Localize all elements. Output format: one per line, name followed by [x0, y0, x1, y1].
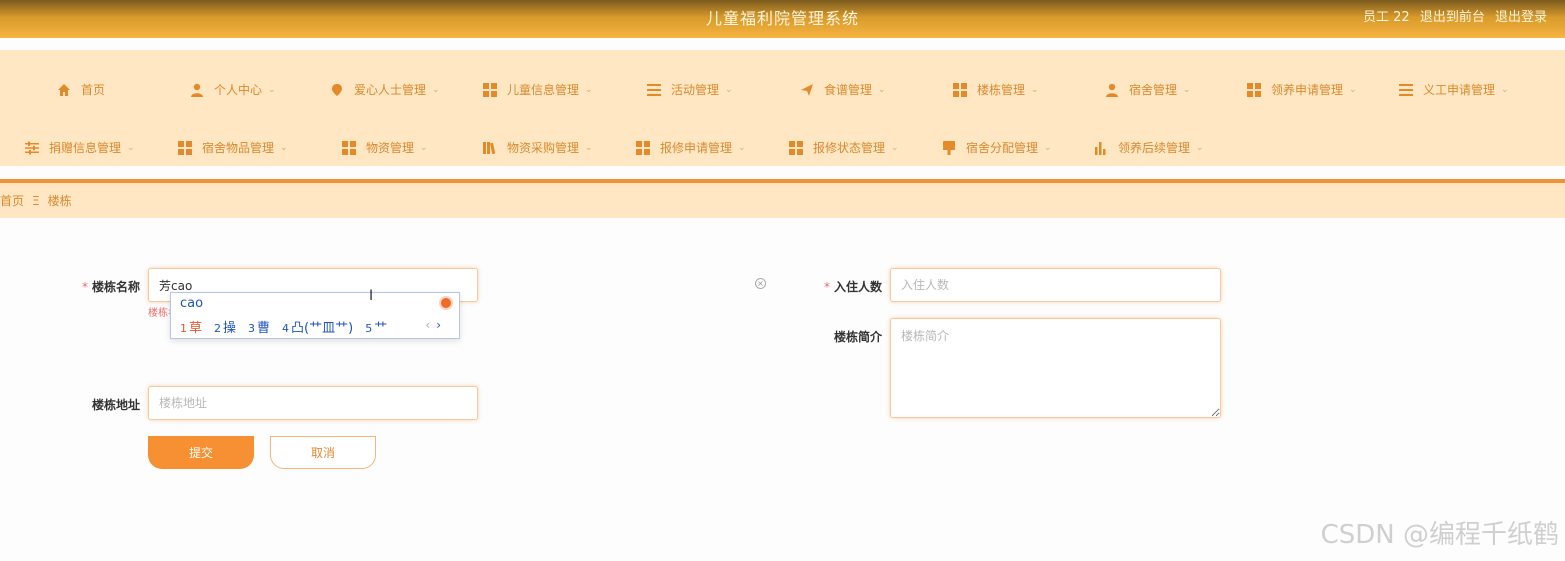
exit-to-front-link[interactable]: 退出到前台 — [1420, 10, 1485, 25]
cancel-button[interactable]: 取消 — [270, 436, 376, 469]
ime-logo-icon[interactable] — [439, 296, 453, 310]
ime-candidate[interactable]: 5艹 — [365, 317, 387, 336]
grid-icon — [483, 82, 497, 97]
grid-icon — [953, 82, 967, 97]
nav-item-volunteer-application[interactable]: 义工申请管理 ⌄ — [1399, 81, 1509, 98]
top-bar: 儿童福利院管理系统 员工 22 退出到前台 退出登录 — [0, 0, 1565, 38]
residents-input[interactable] — [890, 268, 1221, 302]
building-address-input[interactable] — [148, 386, 478, 420]
grid-icon — [342, 140, 356, 155]
chevron-down-icon: ⌄ — [1349, 84, 1357, 95]
logout-link[interactable]: 退出登录 — [1495, 10, 1547, 25]
app-title: 儿童福利院管理系统 — [705, 9, 859, 28]
chevron-down-icon: ⌄ — [420, 142, 428, 153]
grid-icon — [636, 140, 650, 155]
user-name: 员工 22 — [1363, 10, 1410, 25]
ime-page-nav[interactable]: ‹ › — [425, 318, 441, 332]
nav-item-recipe[interactable]: 食谱管理 ⌄ — [800, 81, 886, 98]
breadcrumb-separator-icon: Ξ — [32, 193, 40, 208]
chevron-down-icon: ⌄ — [1196, 142, 1204, 153]
nav-item-activity[interactable]: 活动管理 ⌄ — [647, 81, 733, 98]
chevron-down-icon: ⌄ — [1183, 84, 1191, 95]
nav-item-repair-application[interactable]: 报修申请管理 ⌄ — [636, 139, 746, 156]
chevron-down-icon: ⌄ — [585, 84, 593, 95]
list-icon — [647, 82, 661, 97]
ime-candidate[interactable]: 1草 — [180, 317, 202, 336]
chevron-down-icon: ⌄ — [1031, 84, 1039, 95]
building-intro-label: 楼栋简介 — [833, 330, 882, 344]
chevron-down-icon: ⌄ — [725, 84, 733, 95]
sliders-icon — [25, 141, 39, 155]
nav-item-repair-status[interactable]: 报修状态管理 ⌄ — [789, 139, 899, 156]
chevron-down-icon: ⌄ — [891, 142, 899, 153]
nav-item-home[interactable]: 首页 — [57, 81, 105, 98]
submit-button[interactable]: 提交 — [148, 436, 254, 469]
nav-item-personal-center[interactable]: 个人中心 ⌄ — [190, 81, 276, 98]
ime-candidates: 1草 2操 3曹 4 凸(艹皿艹) 5艹 — [180, 317, 399, 336]
grid-icon — [1247, 82, 1261, 97]
top-right-links: 员工 22 退出到前台 退出登录 — [1357, 6, 1547, 25]
grid-icon — [178, 140, 192, 155]
ime-prev-icon[interactable]: ‹ — [425, 318, 430, 332]
chevron-down-icon: ⌄ — [432, 84, 440, 95]
bar-chart-icon — [1094, 141, 1108, 155]
chevron-down-icon: ⌄ — [738, 142, 746, 153]
nav-item-dorm-allocation[interactable]: 宿舍分配管理 ⌄ — [942, 139, 1052, 156]
ime-composition: cao — [180, 296, 204, 311]
chevron-down-icon: ⌄ — [268, 84, 276, 95]
chevron-down-icon: ⌄ — [1044, 142, 1052, 153]
ime-candidate[interactable]: 3曹 — [248, 317, 270, 336]
nav-item-adoption-followup[interactable]: 领养后续管理 ⌄ — [1094, 139, 1204, 156]
chevron-down-icon: ⌄ — [280, 142, 288, 153]
nav-item-adoption-application[interactable]: 领养申请管理 ⌄ — [1247, 81, 1357, 98]
watermark: CSDN @编程千纸鹤 — [1320, 520, 1559, 550]
ime-candidate[interactable]: 2操 — [214, 317, 236, 336]
residents-label: * 入住人数 — [823, 280, 882, 294]
ime-candidate-popup: cao 1草 2操 3曹 4 凸(艹皿艹) 5艹 ‹ › — [170, 292, 460, 339]
list-icon — [1399, 82, 1413, 97]
nav-item-dormitory[interactable]: 宿舍管理 ⌄ — [1105, 81, 1191, 98]
books-icon — [483, 141, 497, 155]
chevron-down-icon: ⌄ — [1501, 84, 1509, 95]
brush-icon — [942, 140, 956, 155]
chevron-down-icon: ⌄ — [585, 142, 593, 153]
home-icon — [57, 83, 71, 97]
nav-item-donor-management[interactable]: 爱心人士管理 ⌄ — [330, 81, 440, 98]
nav-item-dorm-items[interactable]: 宿舍物品管理 ⌄ — [178, 139, 288, 156]
text-cursor-icon: I — [369, 288, 374, 304]
page: 儿童福利院管理系统 员工 22 退出到前台 退出登录 首页 个人中心 ⌄ 爱心人士… — [0, 0, 1565, 561]
clear-icon[interactable]: × — [755, 278, 766, 289]
ime-next-icon[interactable]: › — [436, 318, 441, 332]
ime-candidate[interactable]: 4 凸(艹皿艹) — [282, 317, 353, 336]
building-address-label: 楼栋地址 — [91, 398, 140, 412]
user-icon — [1105, 83, 1119, 97]
building-intro-textarea[interactable] — [890, 318, 1221, 418]
breadcrumb-current: 楼栋 — [47, 194, 72, 208]
nav-item-child-info[interactable]: 儿童信息管理 ⌄ — [483, 81, 593, 98]
building-name-label: * 楼栋名称 — [81, 280, 140, 294]
grid-icon — [789, 140, 803, 155]
chevron-down-icon: ⌄ — [878, 84, 886, 95]
nav-item-building[interactable]: 楼栋管理 ⌄ — [953, 81, 1039, 98]
user-icon — [190, 83, 204, 97]
nav-item-procurement[interactable]: 物资采购管理 ⌄ — [483, 139, 593, 156]
nav-item-supplies[interactable]: 物资管理 ⌄ — [342, 139, 428, 156]
nav-item-donation-info[interactable]: 捐赠信息管理 ⌄ — [25, 139, 135, 156]
breadcrumb: 首页 Ξ 楼栋 — [0, 183, 1565, 218]
breadcrumb-home[interactable]: 首页 — [0, 192, 24, 209]
main-nav: 首页 个人中心 ⌄ 爱心人士管理 ⌄ 儿童信息管理 ⌄ 活动管理 ⌄ 食谱管理 ⌄ 楼栋管… — [0, 50, 1565, 166]
chevron-down-icon: ⌄ — [127, 142, 135, 153]
send-icon — [800, 83, 814, 97]
pin-icon — [330, 83, 344, 97]
